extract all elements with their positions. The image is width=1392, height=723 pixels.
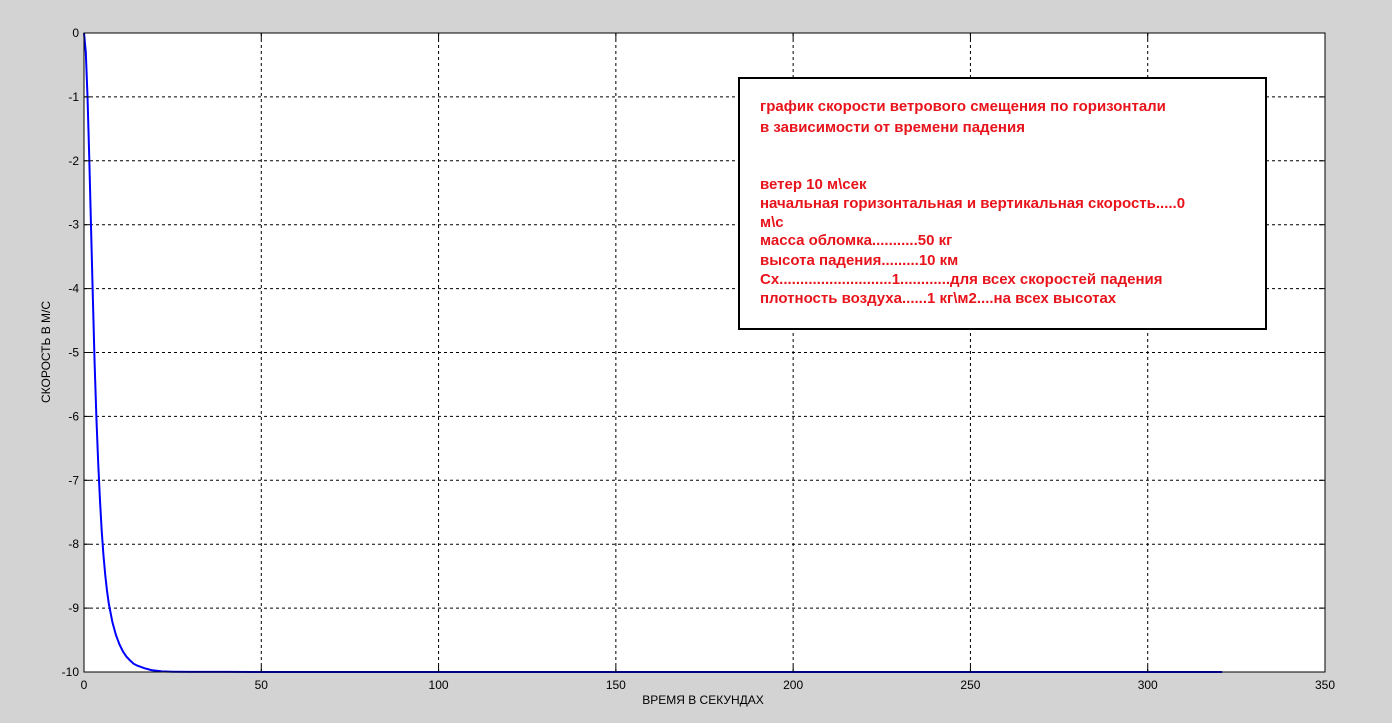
annotation-line: масса обломка...........50 кг	[760, 232, 952, 249]
x-axis-label: ВРЕМЯ В СЕКУНДАХ	[642, 693, 764, 707]
y-tick-label: -5	[68, 346, 79, 360]
y-tick-label: -9	[68, 601, 79, 615]
annotation-line: Сх...........................1..........…	[760, 271, 1163, 288]
y-tick-label: -10	[62, 665, 80, 679]
y-tick-label: -7	[68, 473, 79, 487]
x-tick-label: 0	[81, 678, 88, 692]
x-tick-label: 100	[429, 678, 449, 692]
y-tick-label: -8	[68, 537, 79, 551]
annotation-line: в зависимости от времени падения	[760, 119, 1025, 136]
x-tick-label: 150	[606, 678, 626, 692]
annotation-line: плотность воздуха......1 кг\м2....на все…	[760, 290, 1117, 307]
y-tick-label: -4	[68, 282, 79, 296]
y-tick-label: -3	[68, 218, 79, 232]
x-tick-label: 300	[1138, 678, 1158, 692]
y-tick-label: 0	[72, 26, 79, 40]
annotation-box: график скорости ветрового смещения по го…	[738, 77, 1267, 330]
annotation-line: начальная горизонтальная и вертикальная …	[760, 195, 1185, 212]
chart: 0 50 100 150 200 250 300 350 0 -1 -2 -3 -4 -5 -6 -7 -8 -…	[0, 0, 1392, 723]
annotation-line: график скорости ветрового смещения по го…	[760, 98, 1166, 115]
y-tick-label: -2	[68, 154, 79, 168]
annotation-line: высота падения.........10 км	[760, 252, 958, 269]
x-tick-label: 50	[255, 678, 269, 692]
x-tick-label: 350	[1315, 678, 1335, 692]
y-tick-label: -1	[68, 90, 79, 104]
annotation-line: ветер 10 м\сек	[760, 176, 867, 193]
x-tick-label: 250	[960, 678, 980, 692]
y-tick-label: -6	[68, 409, 79, 423]
y-axis-label: СКОРОСТЬ В М/С	[39, 301, 53, 403]
annotation-line: м\с	[760, 214, 784, 231]
x-tick-label: 200	[783, 678, 803, 692]
